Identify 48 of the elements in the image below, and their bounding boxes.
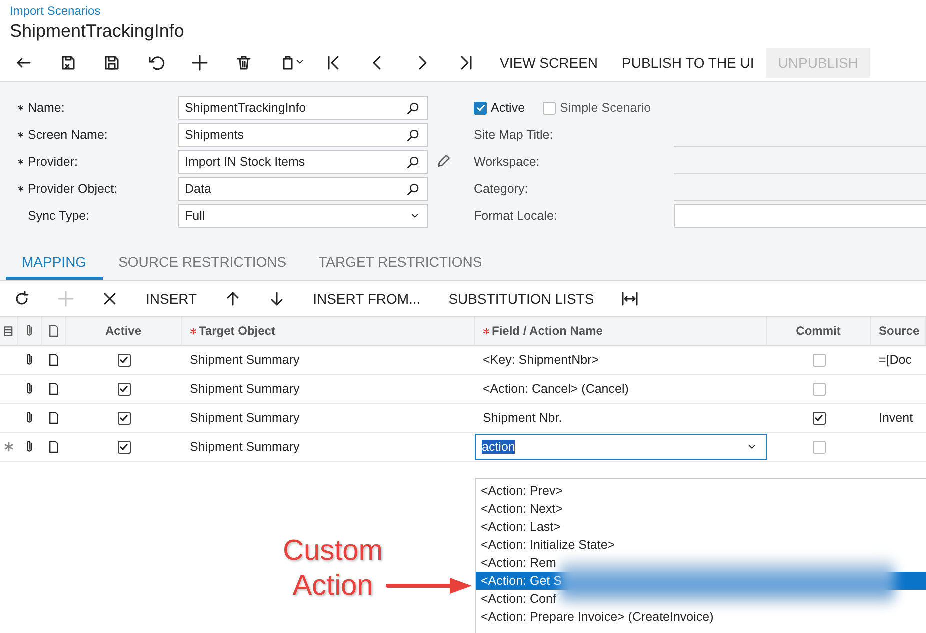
field-label: Format Locale: (474, 209, 558, 223)
dropdown-item[interactable]: <Action: Rem (476, 554, 560, 572)
field-label: Workspace: (474, 155, 541, 169)
column-header[interactable]: Source (879, 324, 920, 338)
field-label: Category: (474, 182, 530, 196)
field-label: Sync Type: (28, 209, 90, 223)
dropdown-item[interactable]: <Action: Last> (476, 518, 565, 536)
lookup-field[interactable]: Shipments (178, 123, 428, 147)
select-field[interactable]: Full (178, 204, 428, 228)
column-header[interactable]: Target Object (190, 324, 276, 338)
field-label: Provider: (28, 155, 78, 169)
dropdown-item[interactable]: <Action: Next> (476, 500, 567, 518)
table-cell: Shipment Summary (190, 440, 300, 454)
lookup-field[interactable]: Import IN Stock Items (178, 150, 428, 174)
field-label: Name: (28, 101, 65, 115)
checkbox-label: Active (491, 101, 526, 115)
dropdown-item[interactable]: <Action: Prepare Invoice> (CreateInvoice) (476, 608, 718, 626)
table-cell: Shipment Nbr. (483, 411, 562, 425)
toolbar-button[interactable]: PUBLISH TO THE UI (610, 48, 766, 78)
table-cell: Shipment Summary (190, 353, 300, 367)
table-cell: =[Doc (879, 353, 912, 367)
column-header[interactable]: Active (105, 324, 142, 338)
grid-toolbar-button[interactable]: SUBSTITUTION LISTS (434, 284, 608, 314)
grid-toolbar-button[interactable]: INSERT (132, 284, 212, 314)
column-header[interactable]: Commit (796, 324, 841, 338)
table-cell: Shipment Summary (190, 411, 300, 425)
dropdown-item[interactable]: <Action: Initialize State> (476, 536, 620, 554)
field-label: Site Map Title: (474, 128, 554, 142)
field-label: Screen Name: (28, 128, 108, 142)
grid-toolbar-button[interactable]: INSERT FROM... (299, 284, 435, 314)
dropdown-item[interactable]: <Action: Prev> (476, 482, 567, 500)
lookup-field[interactable]: Data (178, 177, 428, 201)
dropdown-item[interactable]: <Action: Conf (476, 590, 560, 608)
annotation-text: Custom Action (282, 534, 384, 604)
tab[interactable]: TARGET RESTRICTIONS (302, 246, 498, 280)
field-label: Provider Object: (28, 182, 118, 196)
column-header[interactable]: Field / Action Name (483, 324, 603, 338)
breadcrumb-link[interactable]: Import Scenarios (10, 4, 916, 18)
dropdown-field[interactable]: action (475, 434, 767, 460)
table-cell: <Key: ShipmentNbr> (483, 353, 600, 367)
table-cell: Invent (879, 411, 914, 425)
page-title: ShipmentTrackingInfo (10, 21, 186, 42)
tab[interactable]: SOURCE RESTRICTIONS (102, 246, 303, 280)
table-cell: Shipment Summary (190, 382, 300, 396)
lookup-field[interactable]: ShipmentTrackingInfo (178, 96, 428, 120)
checkbox-label: Simple Scenario (560, 101, 652, 115)
toolbar-button[interactable]: VIEW SCREEN (488, 48, 610, 78)
table-cell: <Action: Cancel> (Cancel) (483, 382, 629, 396)
